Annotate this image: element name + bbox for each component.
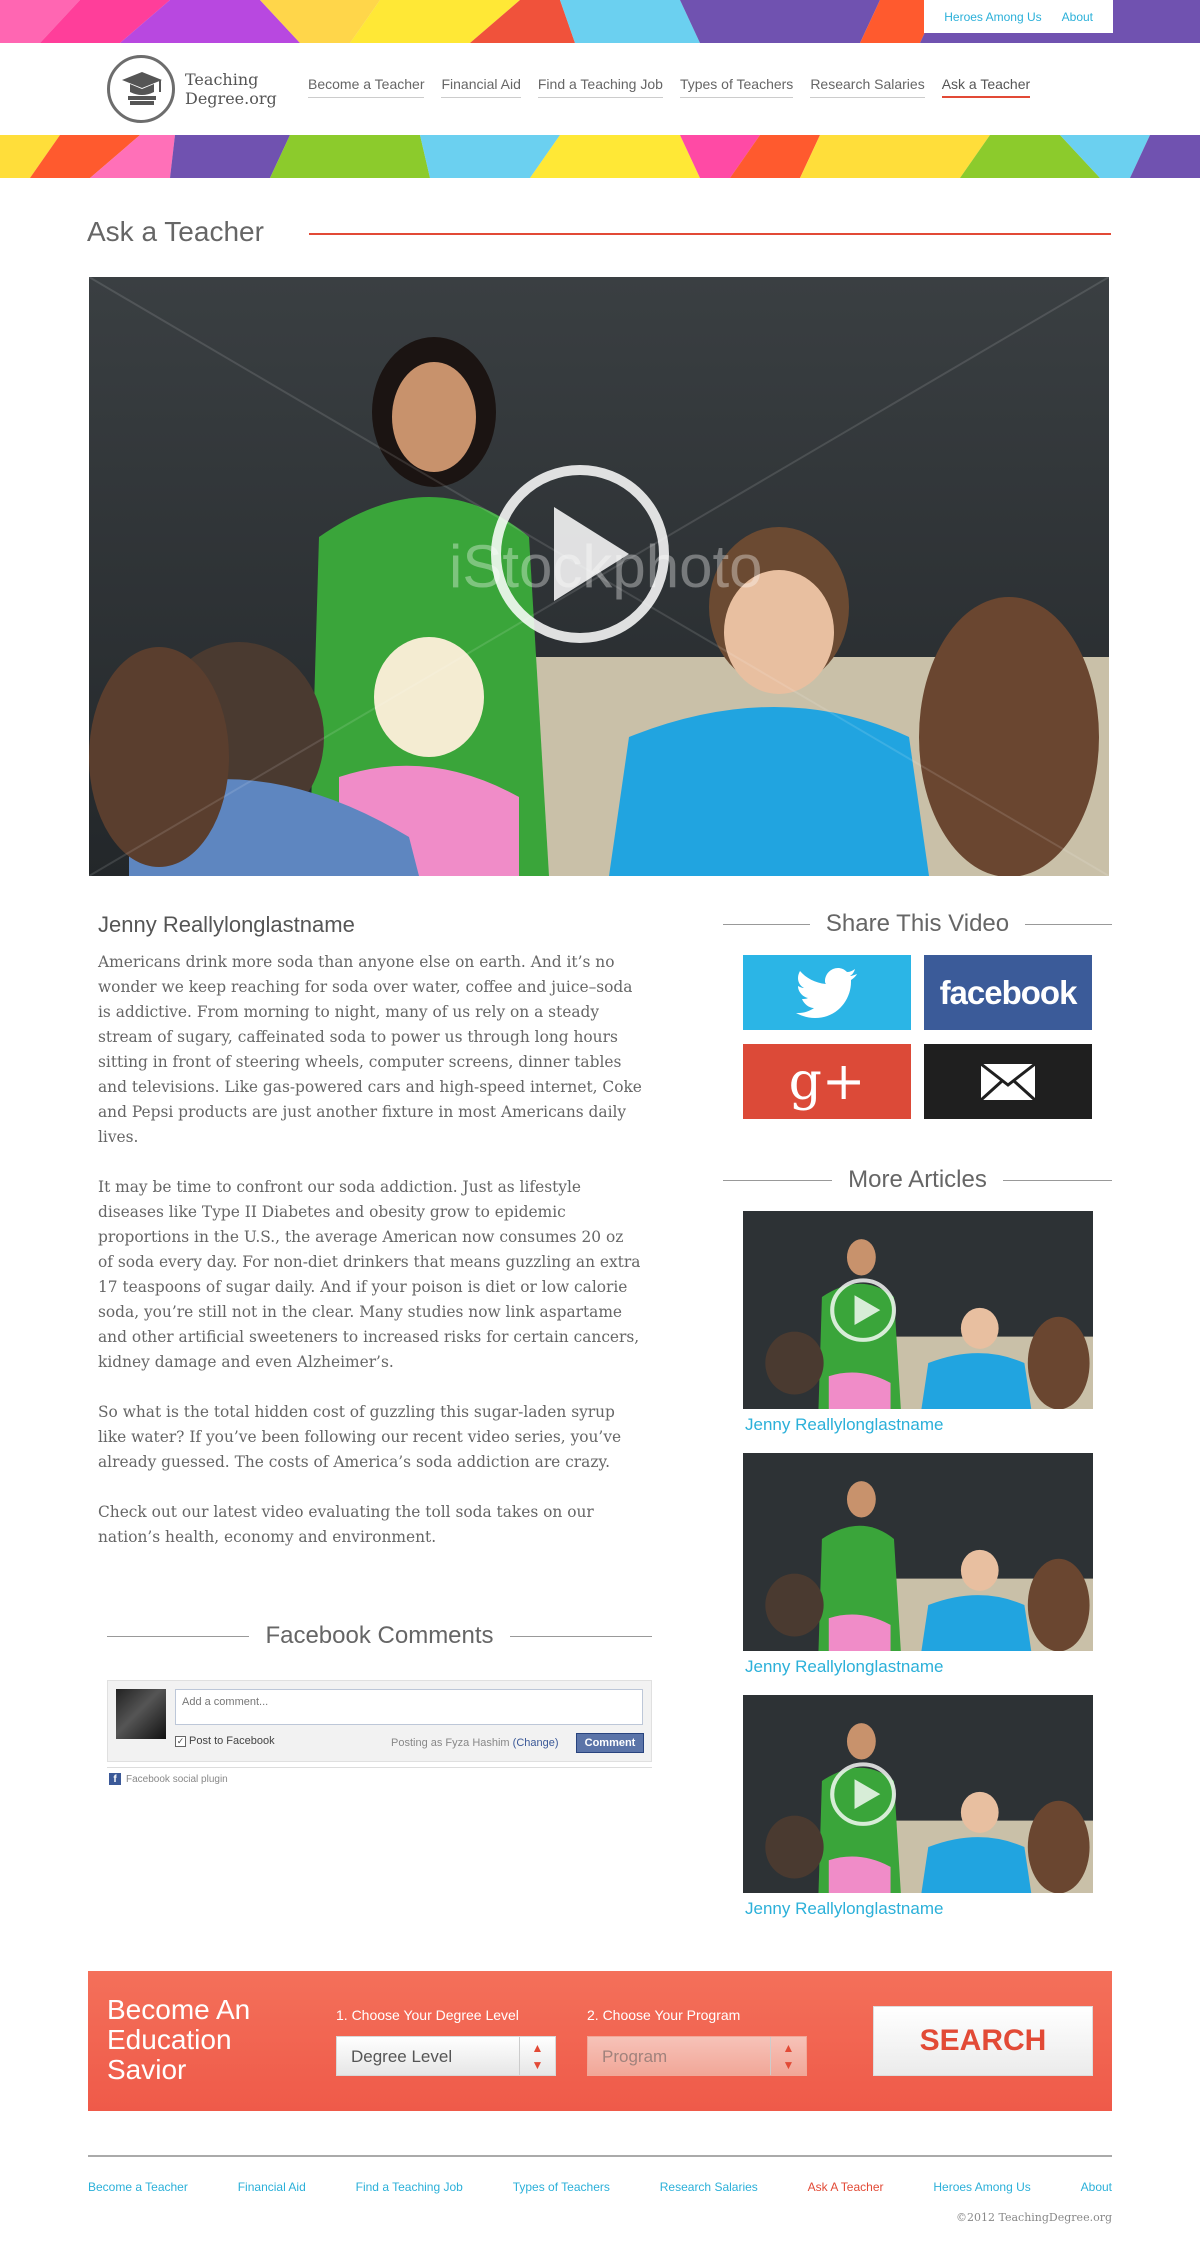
envelope-icon bbox=[980, 1062, 1036, 1101]
comment-button[interactable]: Comment bbox=[576, 1733, 644, 1753]
article-thumbnail-image bbox=[743, 1453, 1093, 1651]
share-google-plus-button[interactable]: g+ bbox=[743, 1044, 911, 1119]
posting-as-label: Posting as Fyza Hashim bbox=[391, 1737, 510, 1749]
degree-level-value: Degree Level bbox=[351, 2047, 453, 2066]
footer-link-financial-aid[interactable]: Financial Aid bbox=[238, 2180, 306, 2194]
copyright: ©2012 TeachingDegree.org bbox=[956, 2211, 1112, 2224]
change-account-link[interactable]: (Change) bbox=[513, 1737, 559, 1749]
nav-find-teaching-job[interactable]: Find a Teaching Job bbox=[537, 76, 663, 98]
share-twitter-button[interactable] bbox=[743, 955, 911, 1030]
more-article-link[interactable]: Jenny Reallylonglastname bbox=[745, 1415, 943, 1435]
post-to-facebook-label: Post to Facebook bbox=[189, 1735, 275, 1747]
top-link-about[interactable]: About bbox=[1062, 10, 1093, 24]
title-divider bbox=[309, 233, 1111, 235]
footer-link-heroes[interactable]: Heroes Among Us bbox=[933, 2180, 1030, 2194]
footer-link-types-of-teachers[interactable]: Types of Teachers bbox=[513, 2180, 610, 2194]
step-1-label: 1. Choose Your Degree Level bbox=[336, 2007, 519, 2023]
more-articles-heading-text: More Articles bbox=[848, 1166, 987, 1193]
degree-search-banner: Become An Education Savior 1. Choose You… bbox=[88, 1971, 1112, 2111]
program-select[interactable]: Program ▲ ▼ bbox=[587, 2036, 807, 2076]
more-articles-heading: More Articles bbox=[723, 1166, 1113, 1194]
share-heading-text: Share This Video bbox=[825, 910, 1010, 937]
logo-line-1: Teaching bbox=[185, 70, 259, 89]
step-2-label: 2. Choose Your Program bbox=[587, 2007, 741, 2023]
comment-input[interactable]: Add a comment... bbox=[175, 1689, 643, 1725]
nav-become-teacher[interactable]: Become a Teacher bbox=[308, 76, 425, 98]
select-arrows-icon: ▲ ▼ bbox=[770, 2037, 806, 2075]
facebook-wordmark-icon: facebook bbox=[939, 973, 1078, 1011]
primary-nav: Become a Teacher Financial Aid Find a Te… bbox=[308, 76, 1031, 98]
header-banner: Heroes Among Us About Teaching Degree.or… bbox=[0, 0, 1200, 178]
logo-line-2: Degree.org bbox=[185, 89, 277, 108]
footer-nav: Become a Teacher Financial Aid Find a Te… bbox=[88, 2180, 1112, 2194]
graduation-cap-icon bbox=[107, 55, 175, 123]
video-player[interactable]: iStockphoto bbox=[89, 277, 1109, 876]
main-navbar: Teaching Degree.org Become a Teacher Fin… bbox=[0, 43, 1200, 135]
more-article-link[interactable]: Jenny Reallylonglastname bbox=[745, 1899, 943, 1919]
article-thumbnail[interactable] bbox=[743, 1695, 1093, 1893]
facebook-icon: f bbox=[109, 1773, 121, 1785]
share-email-button[interactable] bbox=[924, 1044, 1092, 1119]
footer-link-about[interactable]: About bbox=[1081, 2180, 1112, 2194]
site-logo[interactable]: Teaching Degree.org bbox=[107, 55, 277, 123]
article-thumbnail-image bbox=[743, 1695, 1093, 1893]
select-arrows-icon: ▲ ▼ bbox=[519, 2037, 555, 2075]
logo-text: Teaching Degree.org bbox=[185, 70, 277, 108]
nav-ask-a-teacher[interactable]: Ask a Teacher bbox=[941, 76, 1031, 98]
facebook-plugin-credit: f Facebook social plugin bbox=[109, 1773, 228, 1785]
twitter-icon bbox=[796, 967, 857, 1018]
article-thumbnail[interactable] bbox=[743, 1211, 1093, 1409]
more-article-link[interactable]: Jenny Reallylonglastname bbox=[745, 1657, 943, 1677]
promo-title: Become An Education Savior bbox=[107, 1994, 251, 2085]
google-plus-icon: g+ bbox=[788, 1051, 866, 1112]
footer-link-become-teacher[interactable]: Become a Teacher bbox=[88, 2180, 188, 2194]
share-facebook-button[interactable]: facebook bbox=[924, 955, 1092, 1030]
author-name: Jenny Reallylonglastname bbox=[98, 912, 355, 937]
checkbox-icon[interactable]: ✓ bbox=[175, 1735, 186, 1747]
footer-divider bbox=[88, 2155, 1112, 2157]
post-to-facebook-checkbox[interactable]: ✓ Post to Facebook bbox=[175, 1735, 275, 1747]
article-paragraph: So what is the total hidden cost of guzz… bbox=[98, 1403, 622, 1471]
video-thumbnail: iStockphoto bbox=[89, 277, 1109, 876]
avatar bbox=[116, 1689, 166, 1739]
utility-nav: Heroes Among Us About bbox=[924, 0, 1113, 33]
article-thumbnail-image bbox=[743, 1211, 1093, 1409]
facebook-comment-box: Add a comment... ✓ Post to Facebook Post… bbox=[107, 1680, 652, 1762]
share-heading: Share This Video bbox=[723, 910, 1113, 938]
posting-as-text: Posting as Fyza Hashim (Change) bbox=[391, 1737, 559, 1749]
program-value: Program bbox=[602, 2047, 668, 2066]
footer-link-ask-a-teacher[interactable]: Ask A Teacher bbox=[808, 2180, 884, 2194]
article-paragraph: Check out our latest video evaluating th… bbox=[98, 1503, 594, 1546]
footer-link-research-salaries[interactable]: Research Salaries bbox=[660, 2180, 758, 2194]
nav-financial-aid[interactable]: Financial Aid bbox=[441, 76, 521, 98]
article-thumbnail[interactable] bbox=[743, 1453, 1093, 1651]
top-link-heroes[interactable]: Heroes Among Us bbox=[944, 10, 1041, 24]
degree-level-select[interactable]: Degree Level ▲ ▼ bbox=[336, 2036, 556, 2076]
search-button[interactable]: SEARCH bbox=[873, 2006, 1093, 2076]
nav-research-salaries[interactable]: Research Salaries bbox=[810, 76, 925, 98]
article-body: Americans drink more soda than anyone el… bbox=[98, 950, 643, 1575]
comments-heading: Facebook Comments bbox=[107, 1622, 652, 1650]
article-paragraph: Americans drink more soda than anyone el… bbox=[98, 953, 642, 1146]
comments-divider bbox=[107, 1767, 652, 1768]
facebook-plugin-label: Facebook social plugin bbox=[126, 1773, 228, 1785]
footer-link-find-teaching-job[interactable]: Find a Teaching Job bbox=[356, 2180, 463, 2194]
comments-heading-text: Facebook Comments bbox=[265, 1622, 494, 1649]
nav-types-of-teachers[interactable]: Types of Teachers bbox=[679, 76, 794, 98]
article-paragraph: It may be time to confront our soda addi… bbox=[98, 1178, 641, 1371]
page-title: Ask a Teacher bbox=[87, 216, 264, 247]
